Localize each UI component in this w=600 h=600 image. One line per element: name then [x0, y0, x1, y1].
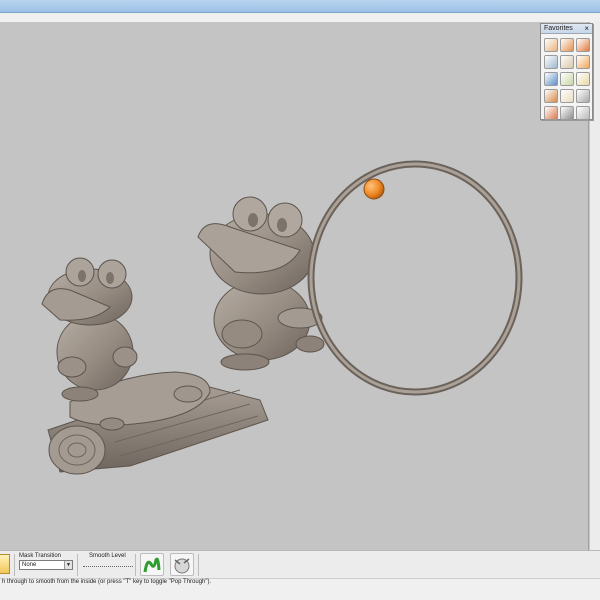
tool-options-bar: Mask Transition None ▼ Smooth Level [0, 550, 600, 578]
mirror-tool-icon[interactable] [544, 106, 558, 120]
spring-tool-button[interactable] [140, 553, 164, 576]
clay-tool-icon[interactable] [544, 38, 558, 52]
smooth-level-label: Smooth Level [89, 553, 126, 559]
smooth-level-group: Smooth Level [83, 553, 133, 569]
workspace [0, 13, 600, 550]
figure-tool-icon[interactable] [544, 89, 558, 103]
anchor-tool-icon[interactable] [576, 106, 590, 120]
sculpt-scene [41, 160, 523, 475]
pop-through-button[interactable] [170, 553, 194, 576]
status-bar: h through to smooth from the inside (or … [0, 578, 600, 600]
smooth-tool-icon[interactable] [576, 38, 590, 52]
favorites-palette: Favorites × [540, 23, 593, 120]
toolbar-divider [135, 554, 136, 576]
toolbar-divider [14, 554, 15, 576]
brush-tool-icon[interactable] [560, 72, 574, 86]
cube-tool-icon[interactable] [576, 72, 590, 86]
mask-transition-group: Mask Transition None ▼ [19, 553, 73, 570]
toolbar-divider [77, 554, 78, 576]
mask-transition-select[interactable]: None ▼ [19, 560, 73, 570]
favorites-header: Favorites × [541, 24, 592, 34]
slider-track [83, 566, 133, 567]
sphere-tool-icon[interactable] [544, 55, 558, 69]
mask-transition-label: Mask Transition [19, 553, 62, 559]
orange-ball-marker[interactable] [363, 178, 385, 200]
chevron-down-icon[interactable]: ▼ [64, 561, 72, 569]
blob-tool-icon[interactable] [560, 38, 574, 52]
folder-icon[interactable] [0, 554, 10, 574]
large-frog-model[interactable] [197, 196, 325, 371]
status-text: h through to smooth from the inside (or … [2, 579, 212, 585]
3d-viewport[interactable] [0, 22, 589, 550]
spring-icon [143, 557, 161, 573]
favorites-tool-grid [541, 34, 592, 124]
pop-through-icon [174, 558, 190, 574]
globe-tool-icon[interactable] [544, 72, 558, 86]
lock-tool-icon[interactable] [576, 89, 590, 103]
small-frog-model[interactable] [41, 257, 138, 402]
mask-transition-value: None [22, 562, 37, 568]
toolbar-divider [198, 554, 199, 576]
inflate-tool-icon[interactable] [576, 55, 590, 69]
mask-tool-icon[interactable] [560, 106, 574, 120]
close-icon[interactable]: × [584, 24, 589, 33]
carve-tool-icon[interactable] [560, 55, 574, 69]
paint-tool-icon[interactable] [560, 89, 574, 103]
favorites-title: Favorites [544, 25, 573, 32]
smooth-level-slider[interactable] [83, 563, 133, 569]
window-titlebar [0, 0, 600, 13]
